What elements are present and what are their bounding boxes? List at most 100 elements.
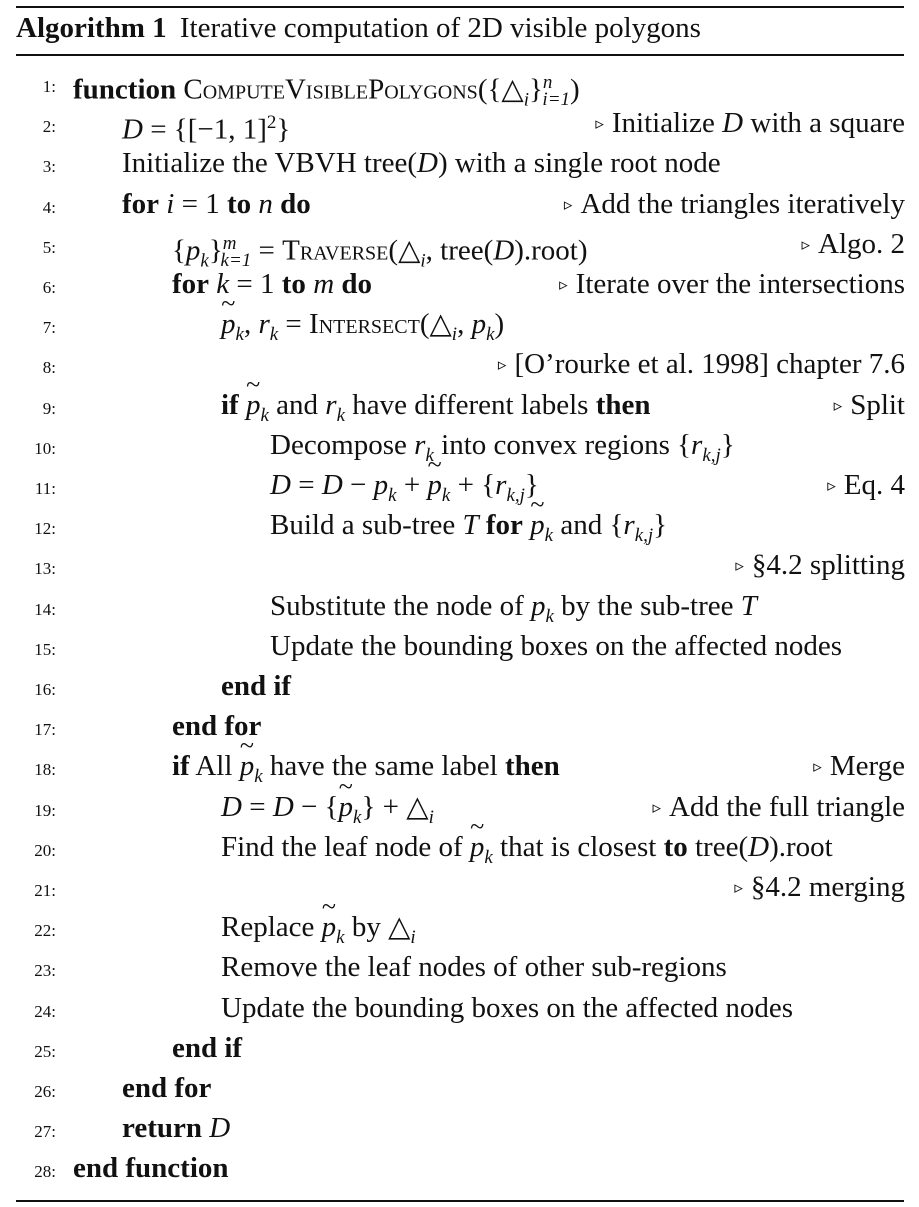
comment-triangle-icon: ▹ bbox=[559, 275, 568, 294]
line-number: 26: bbox=[34, 1082, 56, 1101]
line-number: 6: bbox=[42, 278, 56, 297]
line-code: for k = 1 to m do bbox=[172, 268, 373, 300]
line-code: return D bbox=[122, 1112, 231, 1145]
comment-triangle-icon: ▹ bbox=[652, 797, 662, 817]
comment-triangle-icon: ▹ bbox=[833, 395, 843, 415]
algorithm-line: 4: for i = 1 to n do ▹ Add the triangles it… bbox=[0, 184, 919, 224]
line-code: end if bbox=[221, 670, 292, 702]
line-number: 23: bbox=[34, 961, 56, 981]
algorithm-line: 1: function ComputeVisiblePolygons({△i}ni… bbox=[0, 63, 919, 110]
algorithm-line: 8: ▹ [O’rourke et al. 1998] chapter 7.6 bbox=[0, 344, 919, 384]
line-number: 13: bbox=[34, 559, 56, 579]
algorithm-line: 24: Update the bounding boxes on the affe… bbox=[0, 988, 919, 1028]
line-code: end for bbox=[122, 1072, 212, 1104]
line-number: 7: bbox=[42, 318, 56, 338]
line-comment: ▹ Add the triangles iteratively bbox=[564, 184, 905, 228]
line-number: 8: bbox=[42, 358, 56, 378]
algorithm-line: 20:Find the leaf node of pk that is clos… bbox=[0, 807, 919, 868]
algorithm-line: 17: end for bbox=[0, 706, 919, 746]
line-number: 10: bbox=[34, 438, 56, 458]
algorithm-line: 15: Update the bounding boxes on the affe… bbox=[0, 626, 919, 666]
line-number: 25: bbox=[34, 1041, 56, 1061]
comment-text: Algo. 2 bbox=[818, 227, 905, 260]
algorithm-line: 3: Initialize the VBVH tree(D) with a sin… bbox=[0, 143, 919, 183]
line-comment: ▹ Initialize D with a square bbox=[595, 103, 905, 147]
algorithm-line: 22:Replace pk by △i bbox=[0, 887, 919, 948]
line-number: 19: bbox=[34, 800, 56, 820]
comment-text: Eq. 4 bbox=[843, 469, 905, 501]
comment-text: Iterate over the intersections bbox=[575, 268, 905, 300]
algorithm-line: 14: Substitute the node of pk by the sub-… bbox=[0, 586, 919, 627]
line-number: 24: bbox=[34, 1001, 56, 1021]
algorithm-title: Iterative computation of 2D visible poly… bbox=[179, 12, 701, 44]
line-comment: ▹ §4.2 splitting bbox=[735, 545, 905, 589]
comment-text: Initialize D with a square bbox=[611, 107, 905, 140]
line-number: 9: bbox=[42, 398, 56, 418]
line-code: end if bbox=[172, 1031, 243, 1064]
line-comment: ▹ [O’rourke et al. 1998] chapter 7.6 bbox=[498, 344, 905, 388]
line-code: Remove the leaf nodes of other sub-regio… bbox=[221, 951, 727, 984]
comment-text: Split bbox=[850, 388, 905, 421]
line-comment: ▹ Add the full triangle bbox=[652, 787, 905, 831]
comment-triangle-icon: ▹ bbox=[813, 757, 822, 777]
algorithm-line: 10: Decompose rk into convex regions {rk,… bbox=[0, 425, 919, 466]
line-comment: ▹ §4.2 merging bbox=[734, 867, 905, 911]
algorithm-line: 13: ▹ §4.2 splitting bbox=[0, 545, 919, 585]
comment-triangle-icon: ▹ bbox=[735, 556, 744, 576]
algorithm-line: 6: for k = 1 to m do ▹ Iterate over the int… bbox=[0, 264, 919, 304]
line-code: Initialize the VBVH tree(D) with a singl… bbox=[122, 147, 721, 180]
algorithm-line: 2: D = {[−1, 1]2} ▹ Initialize D with a squ… bbox=[0, 103, 919, 146]
comment-triangle-icon: ▹ bbox=[595, 114, 604, 134]
line-number: 18: bbox=[34, 760, 56, 780]
line-comment: ▹ Algo. 2 bbox=[801, 224, 905, 268]
algorithm-line: 11:D = D − pk + pk + {rk,j}▹Eq. 4 bbox=[0, 445, 919, 506]
line-number: 5: bbox=[42, 237, 56, 257]
line-number: 16: bbox=[34, 680, 56, 699]
algorithm-line: 19:D = D − {pk} + △i▹Add the full triang… bbox=[0, 767, 919, 828]
algorithm-line: 7:pk, rk = Intersect(△i, pk) bbox=[0, 284, 919, 345]
line-number: 22: bbox=[34, 921, 56, 941]
algorithm-line: 26: end for bbox=[0, 1068, 919, 1108]
line-comment: ▹ Split bbox=[834, 385, 905, 429]
algorithm-line: 5: {pk}mk=1 = Traverse(△i, tree(D).root) ▹… bbox=[0, 224, 919, 271]
comment-text: §4.2 splitting bbox=[751, 549, 905, 582]
line-code: Update the bounding boxes on the affecte… bbox=[270, 629, 843, 662]
comment-triangle-icon: ▹ bbox=[497, 355, 507, 375]
line-number: 11: bbox=[34, 479, 56, 498]
comment-text: Add the full triangle bbox=[669, 790, 905, 823]
line-code: for i = 1 to n do bbox=[122, 187, 311, 220]
line-comment: ▹ Merge bbox=[813, 746, 905, 790]
line-number: 4: bbox=[42, 197, 56, 217]
algorithm-line: 25: end if bbox=[0, 1028, 919, 1068]
line-comment: ▹ Iterate over the intersections bbox=[559, 264, 905, 308]
comment-text: Merge bbox=[829, 750, 905, 783]
algorithm-line: 23: Remove the leaf nodes of other sub-re… bbox=[0, 947, 919, 987]
caption-rule bbox=[16, 54, 904, 56]
algorithm-line: 18:if All pk have the same label then▹Me… bbox=[0, 726, 919, 787]
line-number: 27: bbox=[34, 1122, 56, 1142]
top-rule bbox=[16, 6, 904, 8]
comment-text: §4.2 merging bbox=[750, 871, 905, 903]
comment-triangle-icon: ▹ bbox=[734, 878, 743, 897]
algorithm-line: 21: ▹ §4.2 merging bbox=[0, 867, 919, 907]
line-number: 21: bbox=[34, 881, 56, 900]
algorithm-caption: Algorithm 1 Iterative computation of 2D … bbox=[16, 12, 701, 45]
comment-text: [O’rourke et al. 1998] chapter 7.6 bbox=[514, 348, 905, 381]
algorithm-line: 28: end function bbox=[0, 1148, 919, 1188]
algorithm-line: 9:if pk and rk have different labels the… bbox=[0, 365, 919, 426]
line-number: 14: bbox=[34, 599, 56, 619]
algorithm-line: 27: return D bbox=[0, 1108, 919, 1148]
line-number: 12: bbox=[34, 519, 56, 539]
comment-triangle-icon: ▹ bbox=[563, 194, 573, 214]
line-code: end function bbox=[73, 1152, 229, 1185]
line-number: 1: bbox=[42, 77, 56, 96]
line-number: 3: bbox=[42, 157, 56, 177]
comment-triangle-icon: ▹ bbox=[801, 234, 810, 254]
line-number: 2: bbox=[42, 117, 56, 137]
comment-triangle-icon: ▹ bbox=[827, 476, 836, 495]
line-number: 17: bbox=[34, 720, 56, 740]
line-number: 15: bbox=[34, 639, 56, 659]
line-number: 20: bbox=[34, 840, 56, 860]
comment-text: Add the triangles iteratively bbox=[580, 187, 905, 220]
bottom-rule bbox=[16, 1200, 904, 1202]
